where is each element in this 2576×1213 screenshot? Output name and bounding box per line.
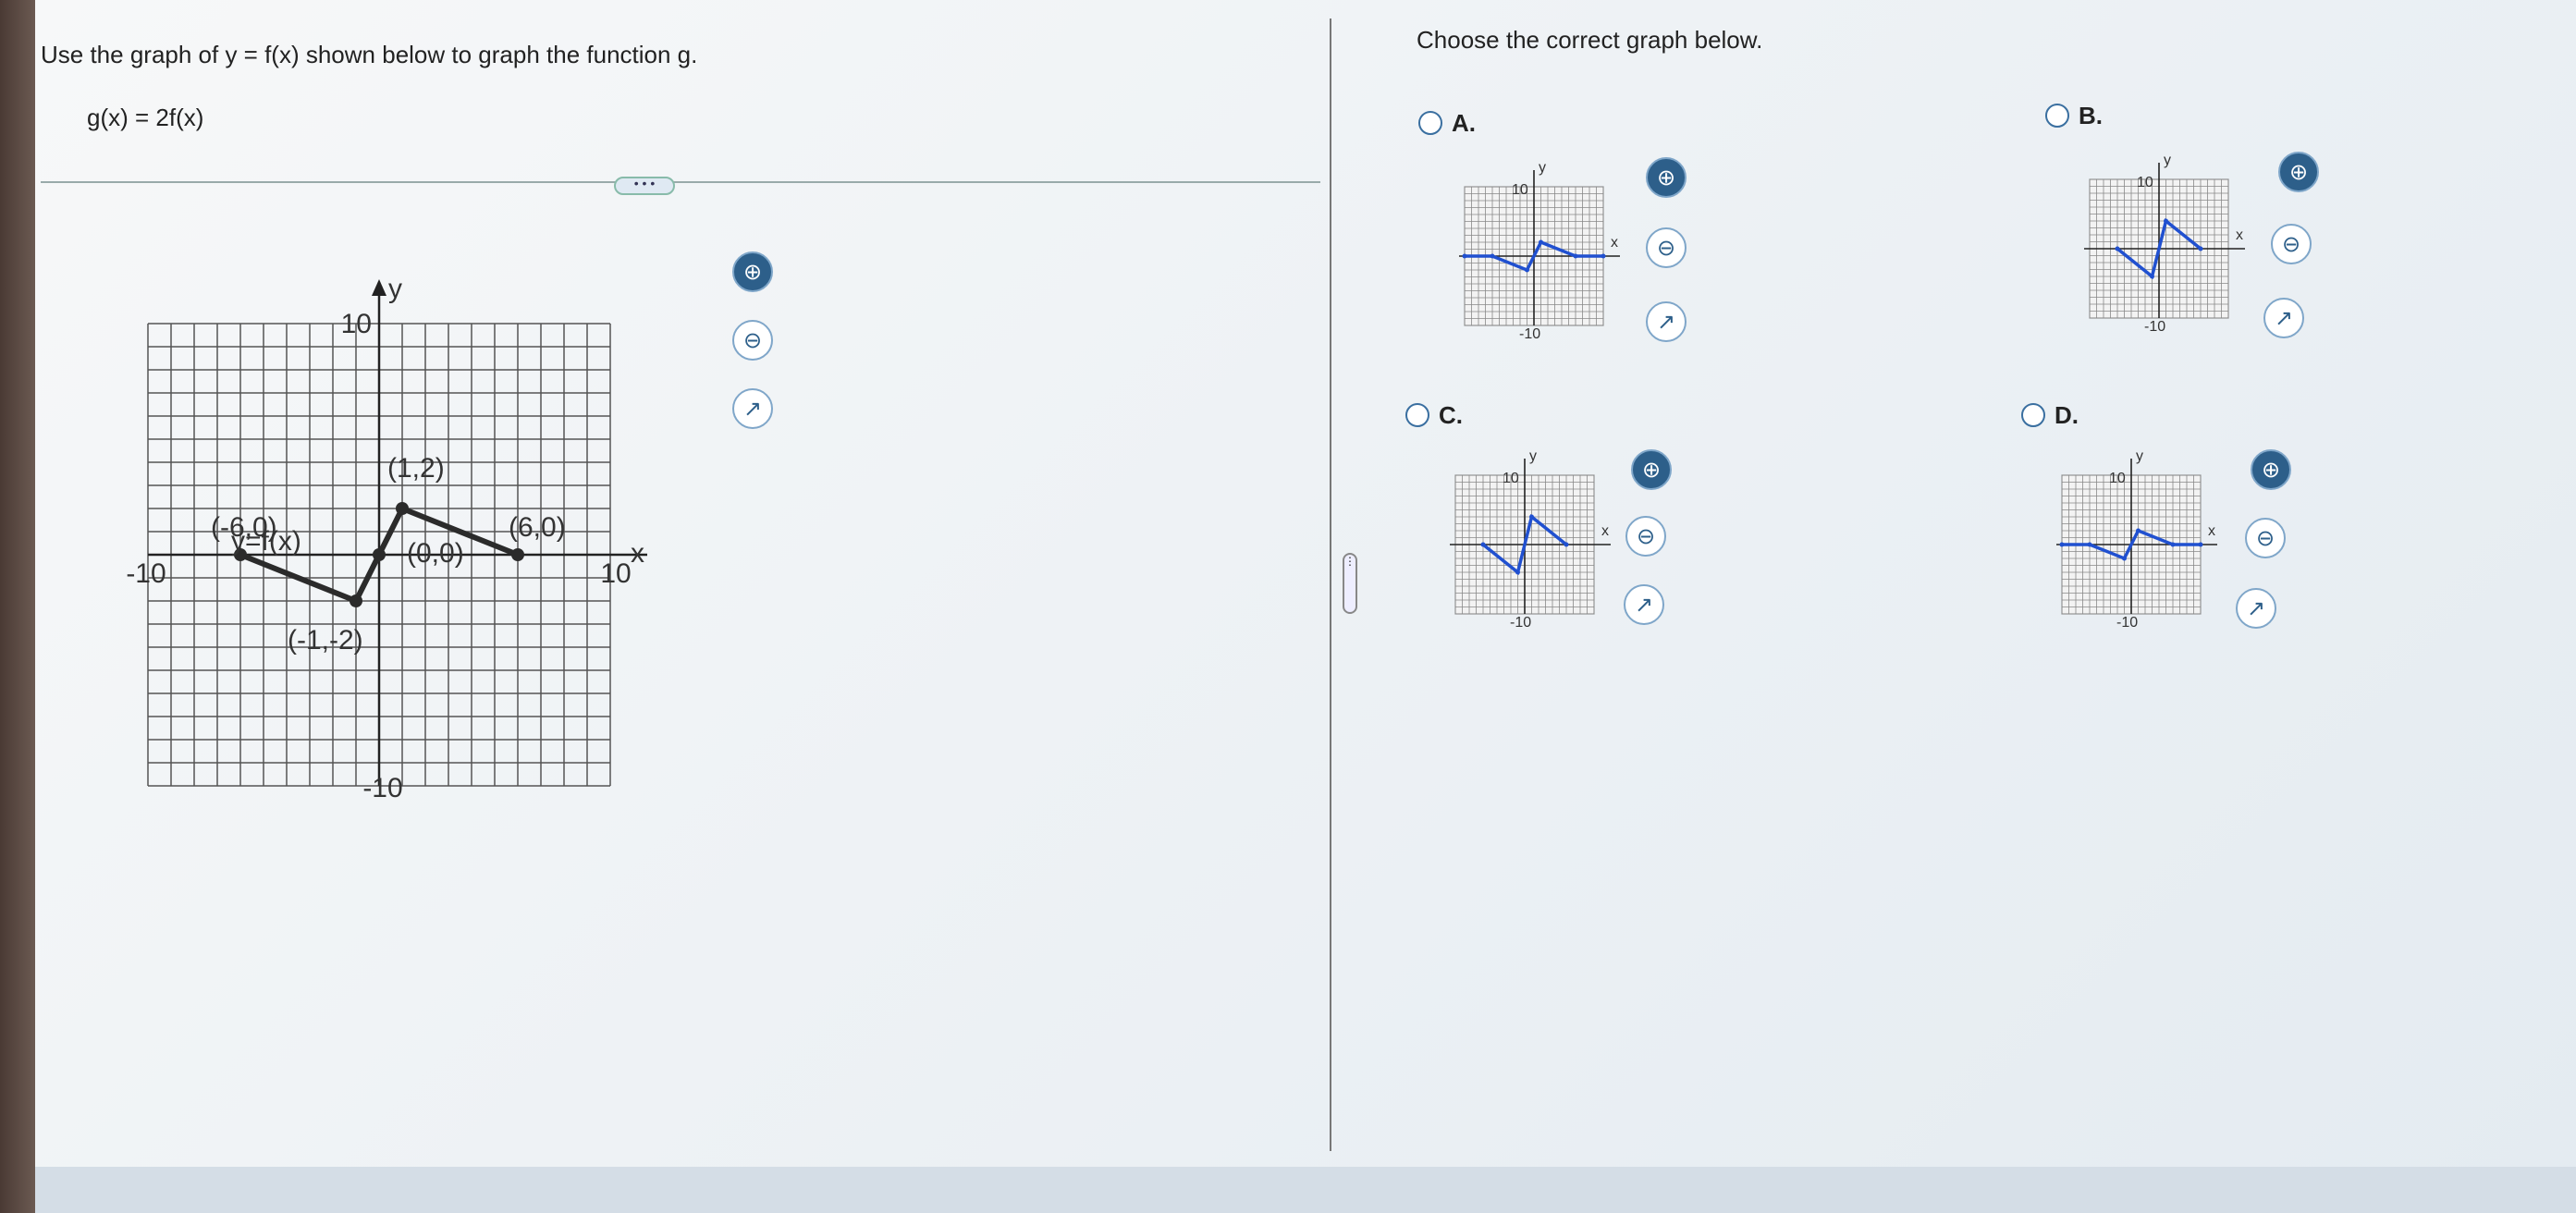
choice-c-graph: y x 10 -10 xyxy=(1450,448,1611,629)
x-axis-label: x xyxy=(631,538,644,569)
choice-d-popout-icon[interactable]: ↗ xyxy=(2236,588,2276,629)
choice-a-popout-icon[interactable]: ↗ xyxy=(1646,301,1687,342)
y-min-label: -10 xyxy=(362,773,402,803)
f-point xyxy=(396,502,409,515)
mini-point xyxy=(2115,246,2120,251)
choice-b-label: B. xyxy=(2079,102,2103,129)
mini-x-label: x xyxy=(1601,523,1609,539)
function-equation: g(x) = 2f(x) xyxy=(87,104,204,131)
choice-b-popout-icon[interactable]: ↗ xyxy=(2263,298,2304,338)
mini-y-max-label: 10 xyxy=(2137,175,2153,190)
choice-a-label: A. xyxy=(1452,109,1476,137)
mini-point xyxy=(2198,246,2203,251)
choice-c-radio[interactable] xyxy=(1405,403,1429,427)
mini-point xyxy=(1539,239,1543,245)
choice-c-zoom-in-icon[interactable]: ⊕ xyxy=(1631,449,1672,490)
more-button[interactable]: • • • xyxy=(614,177,675,195)
mini-y-min-label: -10 xyxy=(2116,615,2138,629)
mini-y-label: y xyxy=(1529,448,1537,464)
mini-y-label: y xyxy=(1539,160,1546,176)
screen-bottom-edge xyxy=(35,1167,2576,1213)
mini-x-label: x xyxy=(2236,227,2243,243)
popout-icon[interactable]: ↗ xyxy=(732,388,773,429)
point-label: (-1,-2) xyxy=(288,625,363,656)
mini-point xyxy=(1573,253,1578,259)
choice-c-zoom-out-icon[interactable]: ⊖ xyxy=(1625,516,1666,557)
mini-point xyxy=(2087,542,2092,547)
choice-a-graph: y x 10 -10 xyxy=(1459,160,1620,342)
x-max-label: 10 xyxy=(600,558,631,589)
x-min-label: -10 xyxy=(126,558,166,589)
choice-a-radio[interactable] xyxy=(1418,111,1442,135)
mini-point xyxy=(1490,253,1495,259)
choice-b-radio[interactable] xyxy=(2045,104,2069,128)
mini-x-label: x xyxy=(1611,235,1618,251)
mini-point xyxy=(2170,542,2176,547)
choice-c-label: C. xyxy=(1439,401,1463,429)
mini-y-min-label: -10 xyxy=(2144,319,2165,335)
zoom-out-icon[interactable]: ⊖ xyxy=(732,320,773,361)
choice-d-label: D. xyxy=(2055,401,2079,429)
choice-a-zoom-in-icon[interactable]: ⊕ xyxy=(1646,157,1687,198)
point-label: (6,0) xyxy=(509,512,566,543)
point-label: (-6,0) xyxy=(211,512,277,543)
point-label: (0,0) xyxy=(407,538,464,569)
choice-a-zoom-out-icon[interactable]: ⊖ xyxy=(1646,227,1687,268)
choice-b-zoom-in-icon[interactable]: ⊕ xyxy=(2278,152,2319,192)
mini-point xyxy=(1529,514,1534,520)
mini-y-label: y xyxy=(2136,448,2143,464)
choice-d-zoom-out-icon[interactable]: ⊖ xyxy=(2245,518,2286,558)
mini-y-max-label: 10 xyxy=(2109,471,2126,486)
y-axis-arrow xyxy=(372,279,386,296)
mini-point xyxy=(2059,542,2065,547)
choice-d-zoom-in-icon[interactable]: ⊕ xyxy=(2251,449,2291,490)
mini-point xyxy=(1564,542,1569,547)
y-max-label: 10 xyxy=(341,309,372,339)
f-point xyxy=(350,594,362,607)
mini-point xyxy=(2198,542,2203,547)
mini-point xyxy=(1601,253,1606,259)
y-axis-label: y xyxy=(388,274,402,304)
monitor-bezel xyxy=(0,0,35,1213)
mini-x-label: x xyxy=(2208,523,2215,539)
mini-y-label: y xyxy=(2164,153,2171,168)
question-instruction: Use the graph of y = f(x) shown below to… xyxy=(41,41,698,68)
panel-splitter-handle[interactable]: ⋮ xyxy=(1343,553,1357,614)
section-divider xyxy=(41,181,1320,183)
mini-point xyxy=(1462,253,1467,259)
choice-b-graph: y x 10 -10 xyxy=(2084,153,2245,335)
f-point xyxy=(373,548,386,561)
choice-d-graph: y x 10 -10 xyxy=(2056,448,2217,629)
mini-point xyxy=(2164,218,2168,224)
mini-point xyxy=(2150,274,2154,279)
answer-prompt: Choose the correct graph below. xyxy=(1417,26,1763,54)
mini-point xyxy=(1525,267,1529,273)
mini-point xyxy=(1515,570,1520,575)
mini-point xyxy=(1480,542,1486,547)
choice-c-popout-icon[interactable]: ↗ xyxy=(1624,584,1664,625)
mini-y-min-label: -10 xyxy=(1519,326,1540,342)
f-point xyxy=(511,548,524,561)
mini-point xyxy=(2136,528,2141,533)
mini-point xyxy=(2122,556,2127,561)
mini-y-max-label: 10 xyxy=(1512,182,1528,198)
panel-divider xyxy=(1330,18,1331,1151)
point-label: (1,2) xyxy=(387,453,445,484)
mini-y-min-label: -10 xyxy=(1510,615,1531,629)
mini-y-max-label: 10 xyxy=(1503,471,1519,486)
choice-b-zoom-out-icon[interactable]: ⊖ xyxy=(2271,224,2312,264)
zoom-in-icon[interactable]: ⊕ xyxy=(732,251,773,292)
choice-d-radio[interactable] xyxy=(2021,403,2045,427)
main-graph: yx10-10-10 10y=f(x)(-6,0)(-1,-2)(0,0)(1,2… xyxy=(126,274,647,803)
